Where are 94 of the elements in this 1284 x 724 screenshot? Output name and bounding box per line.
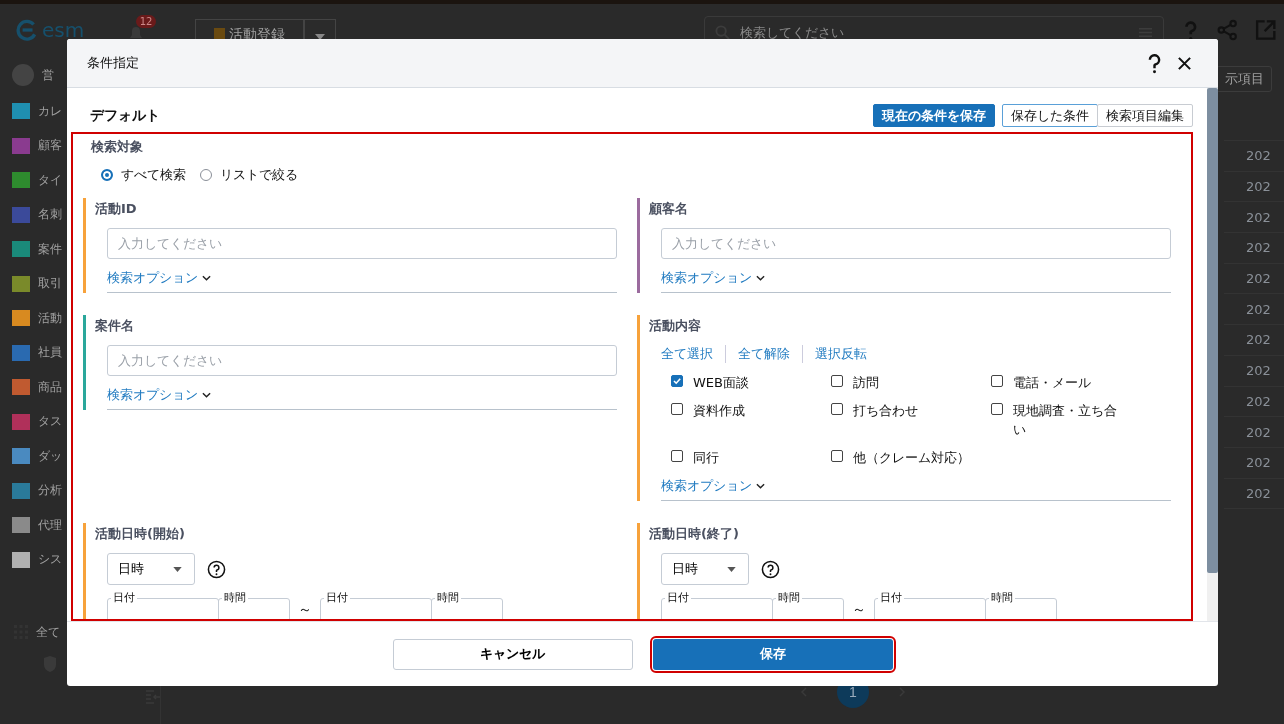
radio-button[interactable] bbox=[200, 169, 212, 181]
table-cell: 202 bbox=[1246, 179, 1271, 195]
checkbox-label: 訪問 bbox=[853, 374, 879, 392]
close-icon[interactable] bbox=[1177, 55, 1192, 71]
table-cell: 202 bbox=[1246, 393, 1271, 409]
sidebar-item[interactable]: ダッ bbox=[38, 447, 62, 465]
table-cell: 202 bbox=[1246, 363, 1271, 379]
chevron-down-icon bbox=[202, 275, 211, 281]
caret-icon bbox=[727, 566, 736, 572]
checkbox-label: 電話・メール bbox=[1013, 374, 1091, 392]
sidebar-item[interactable]: 分析 bbox=[38, 482, 62, 500]
sidebar-item[interactable]: 顧客 bbox=[38, 137, 62, 155]
display-items-button[interactable]: 示項目 bbox=[1216, 66, 1272, 92]
action-link[interactable]: 選択反転 bbox=[802, 345, 879, 363]
toolbar-button[interactable]: 保存した条件 bbox=[1002, 104, 1098, 127]
logo-text: esm bbox=[42, 18, 85, 42]
search-icon bbox=[715, 24, 730, 40]
table-cell: 202 bbox=[1246, 240, 1271, 256]
table-cell: 202 bbox=[1246, 424, 1271, 440]
checkbox[interactable] bbox=[671, 449, 683, 462]
help-icon[interactable] bbox=[1148, 52, 1161, 74]
search-option-link[interactable]: 検索オプション bbox=[107, 386, 211, 404]
input-field[interactable]: 入力してください bbox=[107, 228, 617, 259]
checkbox-label: 同行 bbox=[693, 448, 719, 467]
sidebar-item[interactable]: カレ bbox=[38, 102, 62, 120]
sidebar-item[interactable]: 社員 bbox=[38, 344, 62, 362]
checkbox[interactable] bbox=[991, 375, 1003, 387]
checkbox[interactable] bbox=[671, 375, 683, 387]
chevron-down-icon bbox=[202, 392, 211, 398]
caret-icon bbox=[173, 566, 182, 572]
sidebar-item[interactable]: 名刺 bbox=[38, 206, 62, 224]
cancel-button[interactable]: キャンセル bbox=[392, 638, 633, 670]
action-link[interactable]: 全て選択 bbox=[661, 345, 725, 363]
checkbox[interactable] bbox=[831, 449, 843, 462]
notification-badge: 12 bbox=[135, 15, 157, 28]
checkbox[interactable] bbox=[831, 375, 843, 387]
sidebar-item[interactable]: 案件 bbox=[38, 240, 62, 258]
search-option-link[interactable]: 検索オプション bbox=[107, 269, 211, 287]
toolbar-button[interactable]: 現在の条件を保存 bbox=[873, 104, 995, 127]
sidebar-item[interactable]: 営 bbox=[42, 66, 54, 84]
checkbox-label: 現地調査・立ち合い bbox=[1013, 401, 1117, 439]
save-button[interactable]: 保存 bbox=[652, 638, 893, 670]
field-label: 活動ID bbox=[95, 200, 138, 218]
field-label: 顧客名 bbox=[649, 200, 689, 218]
table-cell: 202 bbox=[1246, 455, 1271, 471]
section-label: 検索対象 bbox=[91, 138, 144, 156]
range-separator: ～ bbox=[852, 601, 866, 619]
help-icon[interactable] bbox=[207, 559, 226, 579]
table-cell: 202 bbox=[1246, 209, 1271, 225]
sidebar-item[interactable]: 活動 bbox=[38, 309, 62, 327]
sidebar-item[interactable]: シス bbox=[38, 551, 62, 569]
field-label: 活動内容 bbox=[649, 317, 702, 335]
chevron-down-icon bbox=[756, 483, 765, 489]
preset-name: デフォルト bbox=[90, 106, 161, 125]
help-icon[interactable] bbox=[761, 559, 780, 579]
sidebar-item[interactable]: 取引 bbox=[38, 275, 62, 293]
avatar-icon bbox=[12, 64, 34, 86]
mode-select[interactable]: 日時 bbox=[107, 553, 195, 585]
checkbox-label: 他（クレーム対応） bbox=[853, 448, 970, 467]
scrollbar-thumb[interactable] bbox=[1207, 88, 1218, 573]
checkbox-label: WEB面談 bbox=[693, 374, 749, 392]
toolbar-button[interactable]: 検索項目編集 bbox=[1097, 104, 1193, 127]
checkbox[interactable] bbox=[991, 402, 1003, 415]
input-field[interactable]: 入力してください bbox=[107, 345, 617, 376]
radio-label: リストで絞る bbox=[220, 166, 298, 184]
sidebar-item[interactable]: 全て bbox=[36, 623, 60, 641]
logo-icon bbox=[16, 19, 38, 41]
action-link[interactable]: 全て解除 bbox=[725, 345, 802, 363]
checkbox[interactable] bbox=[831, 402, 843, 415]
table-cell: 202 bbox=[1246, 271, 1271, 287]
table-cell: 202 bbox=[1246, 301, 1271, 317]
table-cell: 202 bbox=[1246, 148, 1271, 164]
search-option-link[interactable]: 検索オプション bbox=[661, 269, 765, 287]
field-label: 活動日時(開始) bbox=[95, 525, 186, 543]
chevron-down-icon bbox=[756, 275, 765, 281]
sidebar-item[interactable]: 代理 bbox=[38, 516, 62, 534]
field-label: 案件名 bbox=[95, 317, 135, 335]
field-label: 活動日時(終了) bbox=[649, 525, 740, 543]
sidebar-item[interactable]: 商品 bbox=[38, 378, 62, 396]
dialog-title: 条件指定 bbox=[87, 54, 140, 72]
table-cell: 202 bbox=[1246, 485, 1271, 501]
sidebar-item[interactable]: タイ bbox=[38, 171, 62, 189]
search-option-link[interactable]: 検索オプション bbox=[661, 477, 765, 495]
radio-label: すべて検索 bbox=[121, 166, 186, 184]
checkbox-label: 打ち合わせ bbox=[853, 401, 918, 420]
mode-select[interactable]: 日時 bbox=[661, 553, 749, 585]
radio-button[interactable] bbox=[101, 169, 113, 181]
range-separator: ～ bbox=[298, 601, 312, 619]
input-field[interactable]: 入力してください bbox=[661, 228, 1171, 259]
sidebar-item[interactable]: タス bbox=[38, 413, 62, 431]
table-cell: 202 bbox=[1246, 332, 1271, 348]
checkbox-label: 資料作成 bbox=[693, 401, 745, 420]
checkbox[interactable] bbox=[671, 402, 683, 415]
search-field[interactable]: 検索してください bbox=[738, 23, 1130, 41]
